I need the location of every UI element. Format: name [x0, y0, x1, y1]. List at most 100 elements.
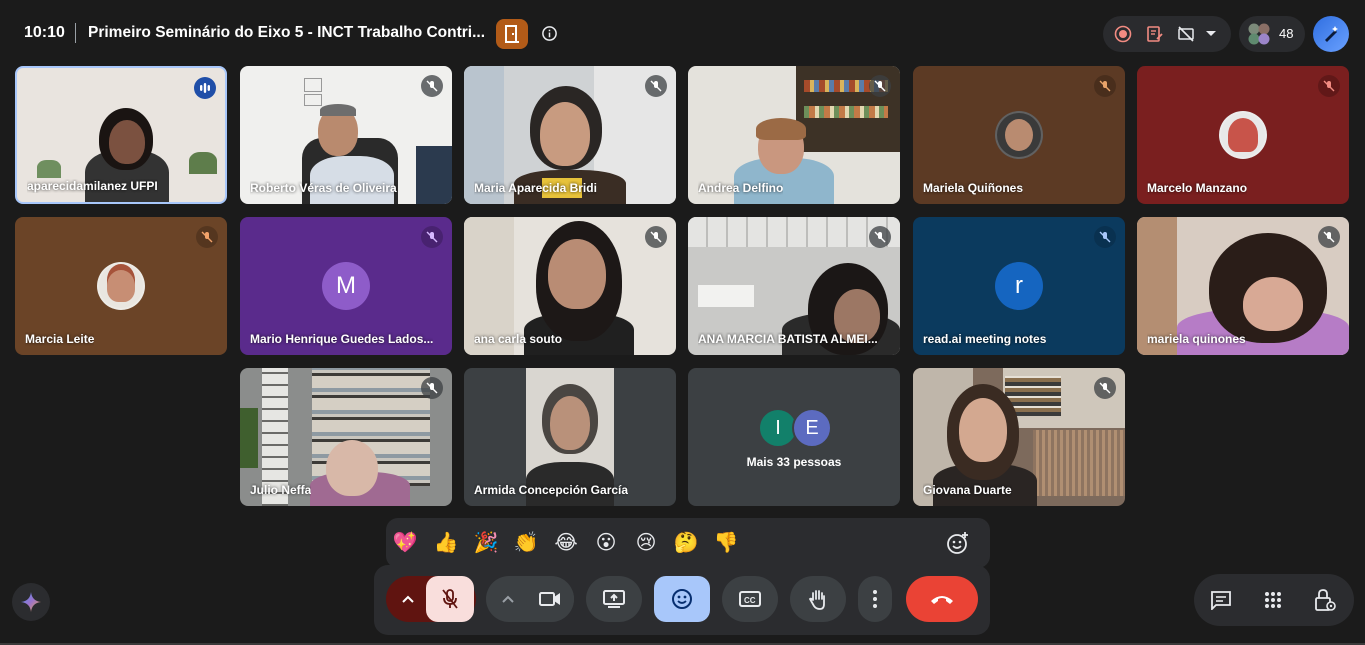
more-participants-tile[interactable]: I E Mais 33 pessoas	[688, 368, 900, 506]
mic-off-icon	[1099, 382, 1111, 394]
reaction-thumbs-down[interactable]: 👎	[713, 530, 739, 555]
ai-pen-icon	[1325, 26, 1338, 42]
host-controls-icon[interactable]	[1314, 588, 1336, 612]
reaction-heart[interactable]: 💖	[392, 530, 418, 555]
mic-muted-indicator	[869, 75, 891, 97]
divider	[75, 23, 76, 43]
mic-muted-indicator	[1094, 226, 1116, 248]
participant-tile-mariela-quinones-2[interactable]: mariela quinones	[1137, 217, 1349, 355]
info-icon[interactable]	[541, 25, 558, 42]
present-icon	[603, 590, 625, 608]
participant-name: ana carla souto	[474, 332, 563, 346]
emoji-icon	[672, 589, 692, 609]
reaction-surprised[interactable]: 😮	[593, 530, 619, 555]
hang-up-icon	[931, 596, 953, 604]
participant-name: ANA MARCIA BATISTA ALMEI...	[698, 332, 878, 346]
apps-icon[interactable]	[1264, 591, 1282, 609]
chevron-up-icon[interactable]	[502, 595, 514, 603]
more-vert-icon	[873, 590, 877, 608]
mic-muted-indicator	[1318, 75, 1340, 97]
speaking-indicator	[194, 77, 216, 99]
participant-name: Roberto Véras de Oliveira	[250, 181, 397, 195]
record-icon[interactable]	[1114, 25, 1132, 43]
participant-name: Marcelo Manzano	[1147, 181, 1248, 195]
avatar: M	[322, 262, 370, 310]
participant-name: Andrea Delfino	[698, 181, 784, 195]
participant-tile-andrea[interactable]: Andrea Delfino	[688, 66, 900, 204]
reaction-laugh[interactable]: 😂	[553, 530, 579, 555]
chevron-up-icon[interactable]	[402, 595, 414, 603]
participant-tile-giovana[interactable]: Giovana Duarte	[913, 368, 1125, 506]
reaction-thinking[interactable]: 🤔	[673, 530, 699, 555]
mic-muted-indicator	[1094, 377, 1116, 399]
mic-off-icon	[874, 80, 886, 92]
notes-icon[interactable]	[1146, 25, 1164, 43]
reactions-bar: 💖 👍 🎉 👏 😂 😮 😢 🤔 👎	[386, 518, 990, 568]
mic-muted-indicator	[645, 75, 667, 97]
side-panel-controls	[1194, 574, 1354, 626]
participant-tile-ana-marcia[interactable]: ANA MARCIA BATISTA ALMEI...	[688, 217, 900, 355]
captions-button[interactable]: CC	[722, 576, 778, 622]
top-bar: 10:10 Primeiro Seminário do Eixo 5 - INC…	[0, 0, 1365, 66]
mic-off-icon	[201, 231, 213, 243]
mic-muted-indicator	[421, 226, 443, 248]
people-button[interactable]: 48	[1239, 16, 1305, 52]
participant-tile-maria-aparecida[interactable]: Maria Aparecida Bridi	[464, 66, 676, 204]
more-options-button[interactable]	[858, 576, 892, 622]
door-icon	[505, 25, 519, 43]
camera-icon	[539, 592, 560, 606]
camera-options-group	[486, 576, 574, 622]
mic-muted-indicator	[1318, 226, 1340, 248]
participant-name: Armida Concepción García	[474, 483, 629, 497]
leave-call-button[interactable]	[906, 576, 978, 622]
mic-toggle-button[interactable]	[426, 576, 474, 622]
chat-icon[interactable]	[1210, 590, 1232, 610]
mic-off-icon	[426, 231, 438, 243]
mic-muted-indicator	[421, 75, 443, 97]
gemini-button[interactable]	[12, 583, 50, 621]
mic-off-icon	[426, 382, 438, 394]
participant-tile-ana-carla[interactable]: ana carla souto	[464, 217, 676, 355]
participant-tile-marcelo[interactable]: Marcelo Manzano	[1137, 66, 1349, 204]
add-reaction-icon[interactable]	[946, 531, 970, 555]
participant-name: Giovana Duarte	[923, 483, 1012, 497]
ai-assist-button[interactable]	[1313, 16, 1349, 52]
no-video-icon[interactable]	[1177, 25, 1195, 43]
mic-muted-indicator	[1094, 75, 1116, 97]
svg-text:CC: CC	[744, 596, 756, 605]
reaction-sad[interactable]: 😢	[633, 530, 659, 555]
clock: 10:10	[24, 24, 65, 41]
avatar: E	[792, 408, 832, 448]
audio-level-icon	[200, 83, 210, 93]
mic-muted-indicator	[869, 226, 891, 248]
participant-tile-armida[interactable]: Armida Concepción García	[464, 368, 676, 506]
participant-tile-mario-henrique[interactable]: M Mario Henrique Guedes Lados...	[240, 217, 452, 355]
mic-options-group	[386, 576, 476, 622]
gemini-sparkle-icon	[21, 592, 41, 612]
reaction-thumbs-up[interactable]: 👍	[433, 530, 459, 555]
mic-off-icon	[1323, 231, 1335, 243]
avatar	[995, 111, 1043, 159]
present-button[interactable]	[586, 576, 642, 622]
participant-tile-roberto[interactable]: Roberto Véras de Oliveira	[240, 66, 452, 204]
meeting-title: Primeiro Seminário do Eixo 5 - INCT Trab…	[88, 24, 486, 41]
raise-hand-button[interactable]	[790, 576, 846, 622]
mic-off-icon	[442, 589, 458, 609]
chevron-down-icon[interactable]	[1206, 30, 1216, 38]
avatar: r	[995, 262, 1043, 310]
reactions-button[interactable]	[654, 576, 710, 622]
camera-toggle-button[interactable]	[526, 576, 574, 622]
participant-name: Mariela Quiñones	[923, 181, 1024, 195]
mic-muted-indicator	[421, 377, 443, 399]
participant-tile-mariela-quinones[interactable]: Mariela Quiñones	[913, 66, 1125, 204]
mic-off-icon	[650, 80, 662, 92]
reaction-party[interactable]: 🎉	[473, 530, 499, 555]
mic-muted-indicator	[645, 226, 667, 248]
mic-off-icon	[650, 231, 662, 243]
participant-tile-read-ai[interactable]: r read.ai meeting notes	[913, 217, 1125, 355]
breakout-rooms-button[interactable]	[496, 19, 528, 49]
participant-tile-julio[interactable]: Julio Neffa	[240, 368, 452, 506]
reaction-clap[interactable]: 👏	[513, 530, 539, 555]
participant-tile-marcia-leite[interactable]: Marcia Leite	[15, 217, 227, 355]
participant-tile-aparecida[interactable]: aparecidamilanez UFPI	[15, 66, 227, 204]
